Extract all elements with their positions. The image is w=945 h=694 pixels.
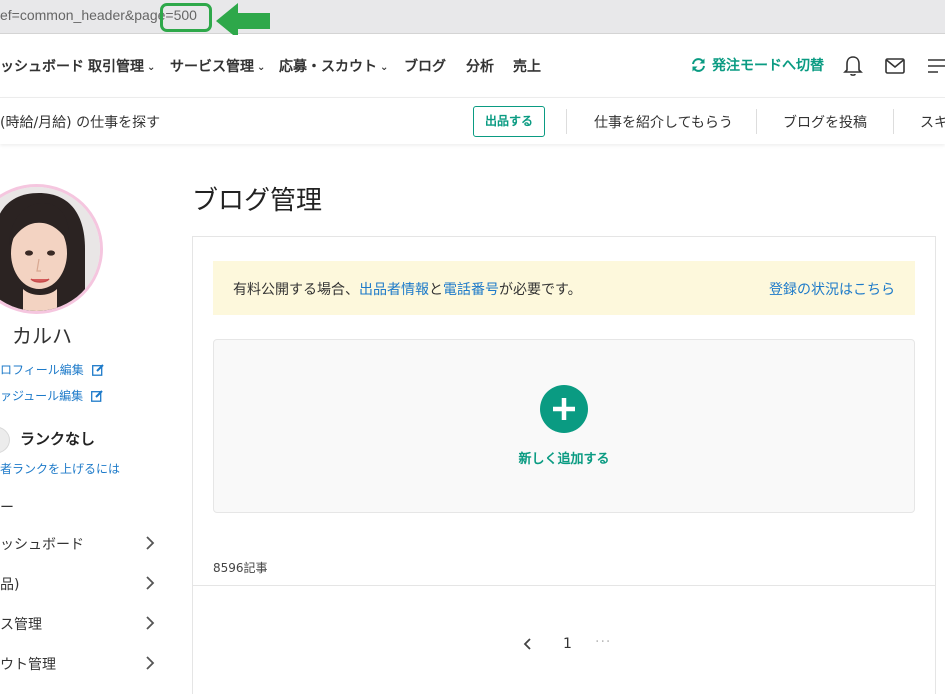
article-count: 8596記事 bbox=[213, 561, 268, 575]
sidebar-item-dashboard[interactable]: ッシュボード bbox=[0, 530, 160, 558]
divider bbox=[566, 109, 567, 134]
page-title: ブログ管理 bbox=[192, 186, 323, 216]
profile-edit-label: ロフィール編集 bbox=[0, 363, 84, 377]
rank-up-link[interactable]: 者ランクを上げるには bbox=[0, 460, 120, 477]
find-job-link[interactable]: (時給/月給) の仕事を探す bbox=[0, 112, 160, 132]
rank-badge-icon bbox=[0, 426, 10, 454]
bell-icon[interactable] bbox=[841, 54, 865, 78]
skill-link[interactable]: スキ bbox=[920, 112, 945, 132]
registration-status-link[interactable]: 登録の状況はこちら bbox=[769, 279, 895, 299]
rank-label: ランクなし bbox=[20, 430, 96, 448]
nav-services[interactable]: サービス管理 ⌄ bbox=[170, 56, 265, 76]
referral-link[interactable]: 仕事を紹介してもらう bbox=[594, 112, 733, 132]
chevron-down-icon: ⌄ bbox=[380, 62, 389, 73]
sidebar-item-label: 品) bbox=[0, 577, 20, 593]
list-service-button[interactable]: 出品する bbox=[473, 106, 545, 137]
edit-icon bbox=[91, 390, 103, 402]
chevron-down-icon: ⌄ bbox=[147, 62, 156, 73]
chevron-right-icon bbox=[146, 616, 155, 630]
chevron-left-icon[interactable] bbox=[522, 636, 534, 652]
browser-url-bar[interactable]: ef=common_header&page=500 bbox=[0, 0, 945, 39]
nav-applications-label: 応募・スカウト bbox=[279, 59, 377, 75]
chevron-right-icon bbox=[146, 656, 155, 670]
divider bbox=[193, 585, 935, 586]
divider bbox=[756, 109, 757, 134]
chevron-right-icon bbox=[146, 536, 155, 550]
sidebar-item-label: ッシュボード bbox=[0, 537, 84, 553]
plus-icon bbox=[540, 385, 588, 433]
notice-text-after: が必要です。 bbox=[499, 282, 582, 298]
sidebar-item-products[interactable]: 品) bbox=[0, 570, 160, 598]
notice-text-before: 有料公開する場合、 bbox=[233, 282, 359, 298]
sidebar-section-heading: ー bbox=[0, 500, 14, 516]
notice-text-mid: と bbox=[429, 282, 443, 298]
sidebar-item-scout[interactable]: ウト管理 bbox=[0, 650, 160, 678]
nav-transactions[interactable]: 取引管理 ⌄ bbox=[88, 56, 155, 76]
notice-banner: 有料公開する場合、出品者情報と電話番号が必要です。 登録の状況はこちら bbox=[213, 261, 915, 315]
phone-number-link[interactable]: 電話番号 bbox=[443, 282, 499, 298]
nav-transactions-label: 取引管理 bbox=[88, 59, 144, 75]
chevron-down-icon: ⌄ bbox=[257, 62, 266, 73]
schedule-edit-link[interactable]: ァジュール編集 bbox=[0, 387, 103, 404]
add-new-blog-button[interactable]: 新しく追加する bbox=[213, 339, 915, 513]
sub-header: (時給/月給) の仕事を探す 出品する 仕事を紹介してもらう ブログを投稿 スキ bbox=[0, 97, 945, 144]
post-blog-link[interactable]: ブログを投稿 bbox=[783, 112, 867, 132]
seller-info-link[interactable]: 出品者情報 bbox=[359, 282, 429, 298]
sidebar-item-services[interactable]: ス管理 bbox=[0, 610, 160, 638]
nav-applications[interactable]: 応募・スカウト ⌄ bbox=[279, 56, 388, 76]
nav-dashboard[interactable]: ッシュボード bbox=[0, 56, 84, 76]
menu-icon[interactable] bbox=[925, 54, 945, 78]
edit-icon bbox=[91, 364, 104, 376]
pagination-ellipsis: ··· bbox=[595, 634, 612, 650]
profile-edit-link[interactable]: ロフィール編集 bbox=[0, 361, 104, 378]
notice-text: 有料公開する場合、出品者情報と電話番号が必要です。 bbox=[233, 279, 582, 299]
chevron-right-icon bbox=[146, 576, 155, 590]
user-name: カルハ bbox=[12, 324, 72, 348]
url-highlight-box bbox=[160, 3, 212, 32]
sidebar-item-label: ス管理 bbox=[0, 617, 42, 633]
global-header: ッシュボード 取引管理 ⌄ サービス管理 ⌄ 応募・スカウト ⌄ ブログ 分析 売上 … bbox=[0, 35, 945, 97]
mail-icon[interactable] bbox=[883, 54, 907, 78]
refresh-icon bbox=[692, 58, 705, 72]
pagination-current-page[interactable]: 1 bbox=[563, 636, 572, 652]
avatar[interactable] bbox=[0, 184, 103, 314]
nav-analytics[interactable]: 分析 bbox=[466, 56, 494, 76]
nav-sales[interactable]: 売上 bbox=[513, 56, 541, 76]
switch-mode-label: 発注モードへ切替 bbox=[712, 58, 824, 74]
schedule-edit-label: ァジュール編集 bbox=[0, 389, 84, 403]
switch-mode-button[interactable]: 発注モードへ切替 bbox=[690, 55, 824, 75]
divider bbox=[893, 109, 894, 134]
nav-blog[interactable]: ブログ bbox=[404, 56, 446, 76]
nav-services-label: サービス管理 bbox=[170, 59, 254, 75]
avatar-portrait bbox=[0, 187, 100, 311]
sidebar-item-label: ウト管理 bbox=[0, 657, 56, 673]
add-new-label: 新しく追加する bbox=[518, 452, 610, 467]
